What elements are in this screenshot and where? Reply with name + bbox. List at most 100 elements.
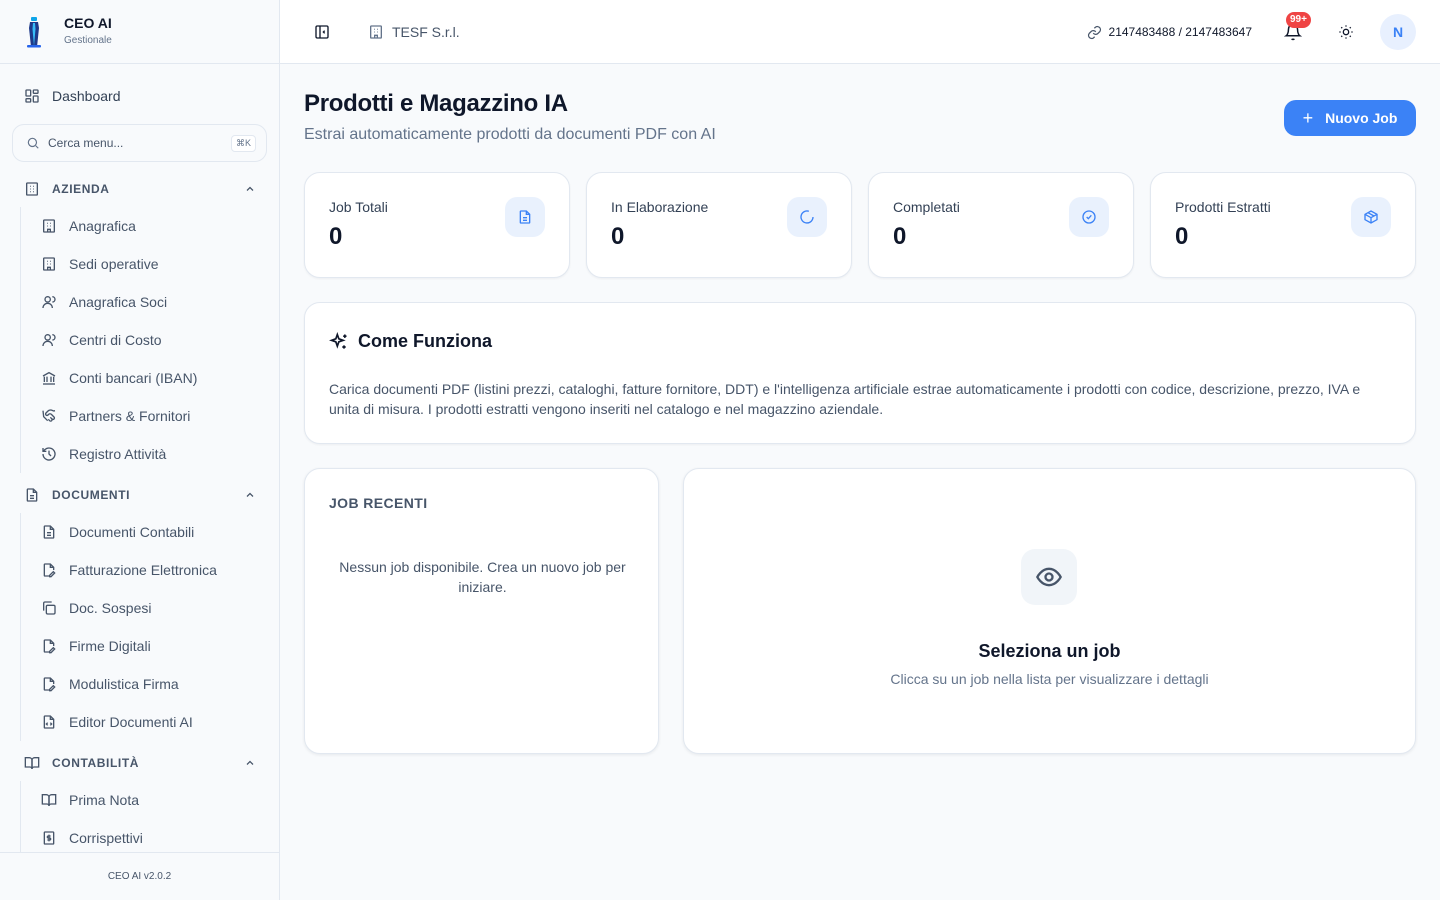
company-name: TESF S.r.l. xyxy=(392,24,460,40)
chevron-up-icon xyxy=(244,183,256,195)
chevron-up-icon xyxy=(244,489,256,501)
sidebar-item-label: Conti bancari (IBAN) xyxy=(69,370,198,386)
dashboard-icon xyxy=(24,88,40,104)
page-title: Prodotti e Magazzino IA xyxy=(304,90,568,117)
user-icon xyxy=(41,294,57,310)
sidebar-item-registro-attivita[interactable]: Registro Attività xyxy=(21,435,197,473)
brand-subtitle: Gestionale xyxy=(64,35,112,46)
stat-card-job-totali: Job Totali 0 xyxy=(304,172,570,278)
file-icon xyxy=(24,487,40,503)
sidebar-toggle-button[interactable] xyxy=(312,22,332,42)
job-detail-card: Seleziona un job Clicca su un job nella … xyxy=(683,468,1416,754)
sidebar-item-label: Anagrafica xyxy=(69,218,136,234)
panel-left-close-icon xyxy=(315,25,329,39)
file-signature-icon xyxy=(41,676,57,692)
book-open-icon xyxy=(41,792,57,808)
section-documenti[interactable]: DOCUMENTI xyxy=(24,485,256,505)
section-title: DOCUMENTI xyxy=(52,488,131,502)
sidebar-item-centri-di-costo[interactable]: Centri di Costo xyxy=(21,321,197,359)
bank-icon xyxy=(41,370,57,386)
theme-toggle-button[interactable] xyxy=(1336,22,1356,42)
section-azienda-items: Anagrafica Sedi operative Anagrafica Soc… xyxy=(20,207,197,473)
sidebar-item-label: Prima Nota xyxy=(69,792,140,808)
section-azienda[interactable]: AZIENDA xyxy=(24,179,256,199)
section-contabilita[interactable]: CONTABILITÀ xyxy=(24,753,256,773)
sidebar-item-modulistica-firma[interactable]: Modulistica Firma xyxy=(21,665,217,703)
sidebar-item-prima-nota[interactable]: Prima Nota xyxy=(21,781,143,819)
new-job-label: Nuovo Job xyxy=(1325,110,1398,126)
check-circle-icon xyxy=(1069,197,1109,237)
search-shortcut: ⌘K xyxy=(230,134,256,152)
menu-search[interactable]: ⌘K xyxy=(12,124,267,162)
top-bar: TESF S.r.l. 2147483488 / 2147483647 99+ … xyxy=(280,0,1440,64)
sidebar-item-label: Anagrafica Soci xyxy=(69,294,168,310)
sidebar-item-corrispettivi[interactable]: Corrispettivi xyxy=(21,819,143,852)
new-job-button[interactable]: + Nuovo Job xyxy=(1284,100,1416,136)
stat-label: Job Totali xyxy=(329,199,388,215)
app-version: CEO AI v2.0.2 xyxy=(0,852,279,900)
loader-icon xyxy=(787,197,827,237)
user-icon xyxy=(41,332,57,348)
handshake-icon xyxy=(41,408,57,424)
sidebar-nav[interactable]: Dashboard ⌘K AZIENDA Anagrafica xyxy=(0,64,279,852)
how-it-works-card: Come Funziona Carica documenti PDF (list… xyxy=(304,302,1416,444)
building-icon xyxy=(41,256,57,272)
sidebar-item-sedi-operative[interactable]: Sedi operative xyxy=(21,245,197,283)
brand[interactable]: CEO AI Gestionale xyxy=(0,0,279,64)
sidebar-item-label: Editor Documenti AI xyxy=(69,714,193,730)
search-icon xyxy=(26,136,40,150)
main-content: Prodotti e Magazzino IA Estrai automatic… xyxy=(280,64,1440,900)
session-ids[interactable]: 2147483488 / 2147483647 xyxy=(1087,22,1252,42)
sidebar-item-dashboard[interactable]: Dashboard xyxy=(24,86,121,106)
sidebar-item-label: Registro Attività xyxy=(69,446,167,462)
recent-jobs-empty: Nessun job disponibile. Crea un nuovo jo… xyxy=(339,559,626,595)
sidebar-item-editor-documenti-ai[interactable]: Editor Documenti AI xyxy=(21,703,217,741)
history-icon xyxy=(41,446,57,462)
user-avatar[interactable]: N xyxy=(1380,14,1416,50)
stat-label: In Elaborazione xyxy=(611,199,709,215)
sidebar-item-label: Firme Digitali xyxy=(69,638,151,654)
file-text-icon xyxy=(41,524,57,540)
session-ids-text: 2147483488 / 2147483647 xyxy=(1108,25,1252,39)
file-text-icon xyxy=(505,197,545,237)
package-icon xyxy=(1351,197,1391,237)
brand-name: CEO AI xyxy=(64,15,112,31)
sparkles-icon xyxy=(329,331,349,352)
how-it-works-description: Carica documenti PDF (listini prezzi, ca… xyxy=(329,381,1361,417)
sidebar-item-partners-fornitori[interactable]: Partners & Fornitori xyxy=(21,397,197,435)
sidebar-item-label: Fatturazione Elettronica xyxy=(69,562,217,578)
file-signature-icon xyxy=(41,638,57,654)
building-icon xyxy=(41,218,57,234)
building-icon xyxy=(368,24,384,40)
stat-value: 0 xyxy=(329,223,343,250)
section-documenti-items: Documenti Contabili Fatturazione Elettro… xyxy=(20,513,217,741)
sidebar-item-label: Partners & Fornitori xyxy=(69,408,191,424)
how-it-works-title: Come Funziona xyxy=(358,331,492,351)
search-input[interactable] xyxy=(48,136,231,150)
recent-jobs-title: JOB RECENTI xyxy=(329,495,428,511)
sidebar-item-documenti-contabili[interactable]: Documenti Contabili xyxy=(21,513,217,551)
stat-card-in-elaborazione: In Elaborazione 0 xyxy=(586,172,852,278)
sidebar-item-label: Centri di Costo xyxy=(69,332,162,348)
sidebar-item-fatturazione-elettronica[interactable]: Fatturazione Elettronica xyxy=(21,551,217,589)
stat-card-prodotti-estratti: Prodotti Estratti 0 xyxy=(1150,172,1416,278)
stat-value: 0 xyxy=(893,223,907,250)
sidebar-item-label: Sedi operative xyxy=(69,256,159,272)
sun-icon xyxy=(1339,25,1353,39)
sidebar-item-label: Dashboard xyxy=(52,88,121,104)
copy-icon xyxy=(41,600,57,616)
section-title: CONTABILITÀ xyxy=(52,756,140,770)
sidebar-item-firme-digitali[interactable]: Firme Digitali xyxy=(21,627,217,665)
sidebar-item-conti-bancari[interactable]: Conti bancari (IBAN) xyxy=(21,359,197,397)
sidebar-item-anagrafica-soci[interactable]: Anagrafica Soci xyxy=(21,283,197,321)
file-code-icon xyxy=(41,714,57,730)
sidebar-item-doc-sospesi[interactable]: Doc. Sospesi xyxy=(21,589,217,627)
company-selector[interactable]: TESF S.r.l. xyxy=(368,22,460,42)
sidebar-item-anagrafica[interactable]: Anagrafica xyxy=(21,207,197,245)
book-open-icon xyxy=(24,755,40,771)
notifications-badge: 99+ xyxy=(1286,12,1311,28)
link-icon xyxy=(1087,25,1102,40)
job-detail-subtitle: Clicca su un job nella lista per visuali… xyxy=(890,671,1209,687)
receipt-icon xyxy=(41,830,57,846)
section-contabilita-items: Prima Nota Corrispettivi xyxy=(20,781,143,852)
